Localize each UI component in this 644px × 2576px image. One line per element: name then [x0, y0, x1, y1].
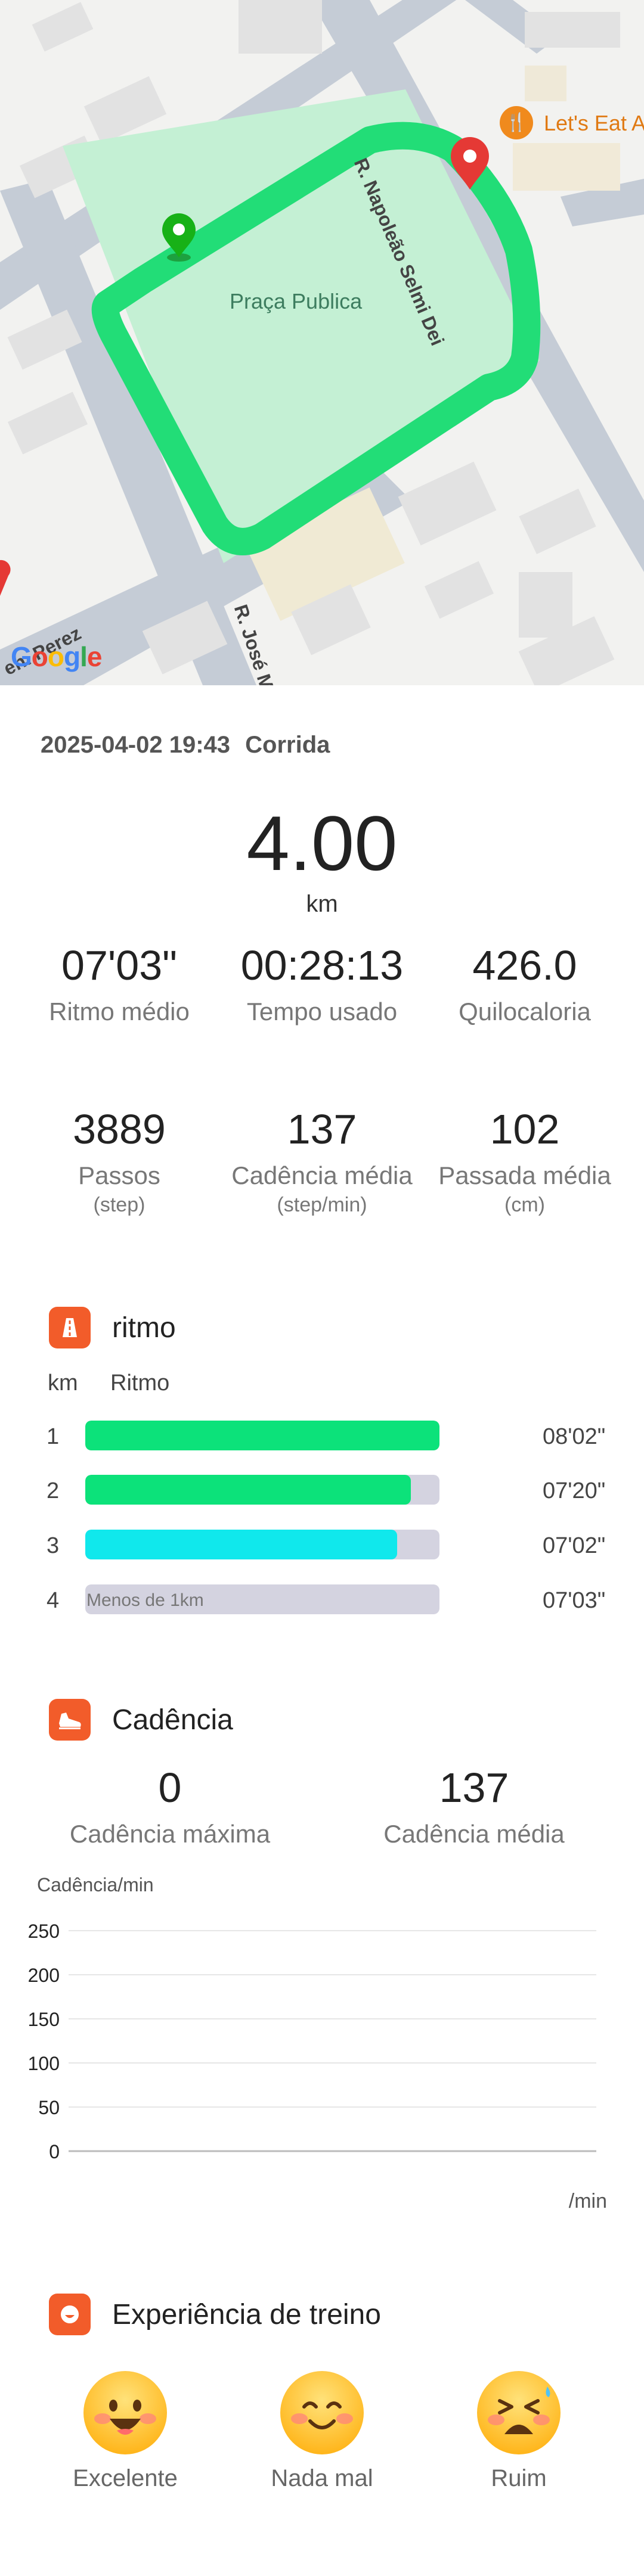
road-icon: [49, 1307, 91, 1348]
experience-label: Excelente: [73, 2465, 178, 2491]
experience-label: Ruim: [491, 2465, 547, 2491]
workout-header: 2025-04-02 19:43 Corrida: [41, 732, 330, 759]
google-logo: Google: [11, 641, 102, 672]
workout-datetime: 2025-04-02 19:43: [41, 732, 231, 758]
chart-y-tick: 50: [38, 2097, 60, 2118]
stat-calories: 426.0 Quilocaloria: [459, 942, 591, 1026]
pace-km: 3: [47, 1533, 60, 1558]
cadence-avg: 137 Cadência média: [383, 1764, 565, 1848]
route-map[interactable]: Praça Publica R. Napoleão Selmi Dei R. J…: [0, 0, 644, 685]
cadence-section-header: Cadência: [49, 1698, 233, 1741]
experience-option-bad[interactable]: Ruim: [435, 2369, 602, 2492]
stat-steps: 3889 Passos (step): [73, 1106, 166, 1216]
distance-value: 4.00: [246, 800, 398, 887]
poi-label[interactable]: Let's Eat A: [544, 111, 644, 136]
stat-avg-stride: 102 Passada média (cm): [438, 1106, 611, 1216]
pace-section-title: ritmo: [112, 1312, 176, 1344]
pace-note: Menos de 1km: [86, 1590, 204, 1610]
chart-x-label: /min: [569, 2190, 607, 2213]
excellent-face-icon: [83, 2371, 167, 2454]
pace-time: 07'03": [543, 1588, 606, 1613]
pace-bar-track: [85, 1475, 439, 1505]
chart-y-tick: 250: [28, 1921, 60, 1942]
chart-y-tick: 150: [28, 2009, 60, 2030]
pace-bar-track: [85, 1421, 439, 1450]
experience-option-excellent[interactable]: Excelente: [42, 2369, 209, 2492]
pace-row: 3 07'02": [0, 1530, 644, 1559]
smiley-icon: [49, 2294, 91, 2335]
pace-row: 4 Menos de 1km 07'03": [0, 1584, 644, 1614]
pace-bar-fill: [85, 1475, 411, 1505]
pace-section-header: ritmo: [49, 1306, 176, 1349]
bad-face-icon: [477, 2371, 561, 2454]
restaurant-icon[interactable]: 🍴: [500, 106, 533, 139]
pace-header-km: km: [48, 1371, 78, 1396]
pace-bar-fill: [85, 1421, 439, 1450]
pace-km: 1: [47, 1424, 60, 1449]
pace-bar-track: Menos de 1km: [85, 1584, 439, 1614]
stat-time-used: 00:28:13 Tempo usado: [240, 942, 404, 1026]
pace-row: 1 08'02": [0, 1421, 644, 1450]
shoe-icon: [49, 1699, 91, 1741]
distance-unit: km: [306, 891, 338, 917]
cadence-chart: Cadência/min 250 200 150 100 50 0/min: [28, 1877, 607, 2213]
experience-label: Nada mal: [271, 2465, 373, 2491]
experience-option-not-bad[interactable]: Nada mal: [239, 2369, 405, 2492]
pace-time: 08'02": [543, 1424, 606, 1449]
pace-bar-fill: [85, 1530, 397, 1559]
pace-km: 4: [47, 1588, 60, 1613]
pace-row: 2 07'20": [0, 1475, 644, 1505]
cadence-section-title: Cadência: [112, 1704, 233, 1736]
pace-time: 07'20": [543, 1478, 606, 1503]
pace-header-pace: Ritmo: [110, 1371, 170, 1396]
chart-y-label: Cadência/min: [37, 1877, 154, 1896]
pace-time: 07'02": [543, 1533, 606, 1558]
chart-y-tick: 200: [28, 1965, 60, 1986]
park-label: Praça Publica: [230, 289, 363, 313]
map-canvas: [0, 0, 644, 685]
experience-section-header: Experiência de treino: [49, 2293, 381, 2336]
stat-avg-pace: 07'03" Ritmo médio: [49, 942, 190, 1026]
cadence-max: 0 Cadência máxima: [69, 1764, 271, 1848]
chart-y-tick: 100: [28, 2053, 60, 2074]
workout-type: Corrida: [245, 732, 330, 758]
pace-km: 2: [47, 1478, 60, 1503]
experience-section-title: Experiência de treino: [112, 2298, 381, 2330]
chart-y-tick: 0: [49, 2141, 60, 2162]
not-bad-face-icon: [280, 2371, 364, 2454]
pace-bar-track: [85, 1530, 439, 1559]
stat-avg-cadence: 137 Cadência média (step/min): [231, 1106, 413, 1216]
